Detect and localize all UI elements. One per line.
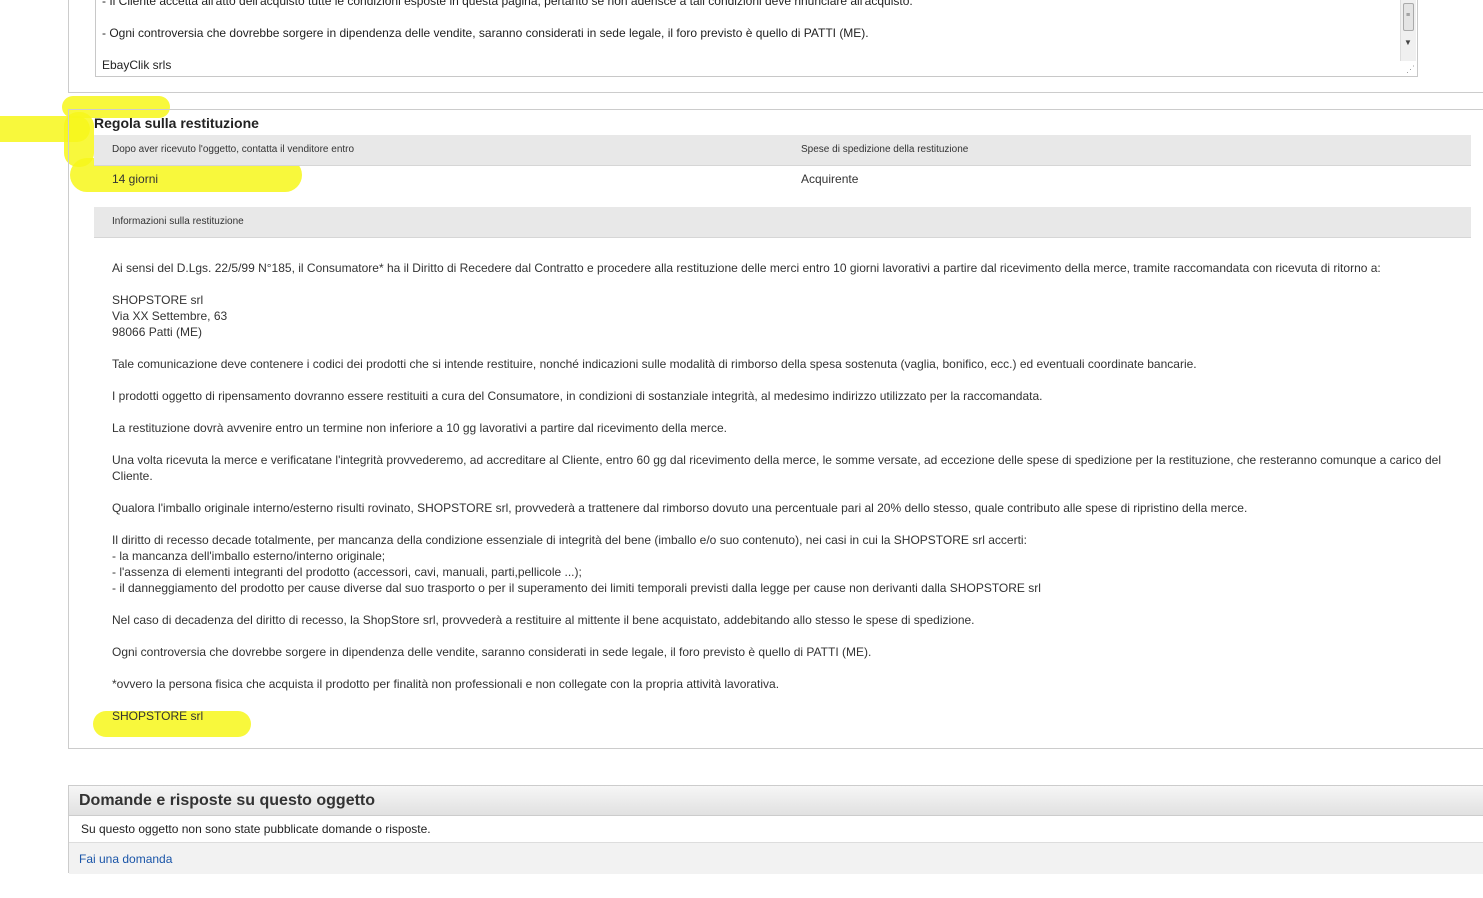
qa-title: Domande e risposte su questo oggetto xyxy=(79,792,376,809)
contact-window-header: Dopo aver ricevuto l'oggetto, contatta i… xyxy=(112,144,355,155)
qa-header: Domande e risposte su questo oggetto xyxy=(69,786,1483,816)
return-shipping-header: Spese di spedizione della restituzione xyxy=(801,144,969,155)
terms-line-2: - Ogni controversia che dovrebbe sorgere… xyxy=(102,26,869,40)
return-info-paragraph: Qualora l'imballo originale interno/este… xyxy=(112,501,1248,515)
return-info-paragraph: La restituzione dovrà avvenire entro un … xyxy=(112,421,727,435)
return-info-header: Informazioni sulla restituzione xyxy=(112,216,244,227)
return-info-paragraph: Tale comunicazione deve contenere i codi… xyxy=(112,357,1197,371)
return-policy-title: Regola sulla restituzione xyxy=(94,115,259,131)
return-shipping-value: Acquirente xyxy=(801,172,859,186)
return-info-paragraph: Ai sensi del D.Lgs. 22/5/99 N°185, il Co… xyxy=(112,261,1381,275)
return-info-paragraph: Ogni controversia che dovrebbe sorgere i… xyxy=(112,645,872,659)
return-info-header-bar: Informazioni sulla restituzione xyxy=(94,207,1471,238)
return-policy-table-header: Dopo aver ricevuto l'oggetto, contatta i… xyxy=(94,135,1471,166)
terms-line-1: - Il Cliente accetta all'atto dell'acqui… xyxy=(102,0,913,8)
return-info-paragraph: Nel caso di decadenza del diritto di rec… xyxy=(112,613,975,627)
return-info-paragraph: I prodotti oggetto di ripensamento dovra… xyxy=(112,389,1043,403)
textarea-scrollbar[interactable]: ≡ ▼ xyxy=(1400,0,1416,61)
qa-section: Domande e risposte su questo oggetto Su … xyxy=(68,785,1483,874)
return-info-paragraph: *ovvero la persona fisica che acquista i… xyxy=(112,677,780,691)
resize-grip-icon[interactable]: ⋰ xyxy=(1406,64,1415,75)
qa-empty-message: Su questo oggetto non sono state pubblic… xyxy=(81,822,431,836)
return-info-paragraph: Una volta ricevuta la merce e verificata… xyxy=(112,453,1441,483)
return-info-paragraph: SHOPSTORE srl xyxy=(112,709,204,723)
return-info-paragraph: Il diritto di recesso decade totalmente,… xyxy=(112,533,1041,595)
ask-question-link[interactable]: Fai una domanda xyxy=(79,852,172,866)
seller-terms-textarea[interactable]: - Il Cliente accetta all'atto dell'acqui… xyxy=(95,0,1418,77)
terms-line-3: EbayClik srls xyxy=(102,58,172,72)
scroll-down-arrow-icon[interactable]: ▼ xyxy=(1404,38,1412,47)
qa-footer: Fai una domanda xyxy=(69,842,1483,874)
contact-window-value: 14 giorni xyxy=(112,172,159,186)
scroll-thumb[interactable]: ≡ xyxy=(1403,3,1414,31)
return-info-paragraph: SHOPSTORE srl Via XX Settembre, 63 98066 P… xyxy=(112,293,228,339)
return-info-text: Ai sensi del D.Lgs. 22/5/99 N°185, il Co… xyxy=(112,260,1442,740)
